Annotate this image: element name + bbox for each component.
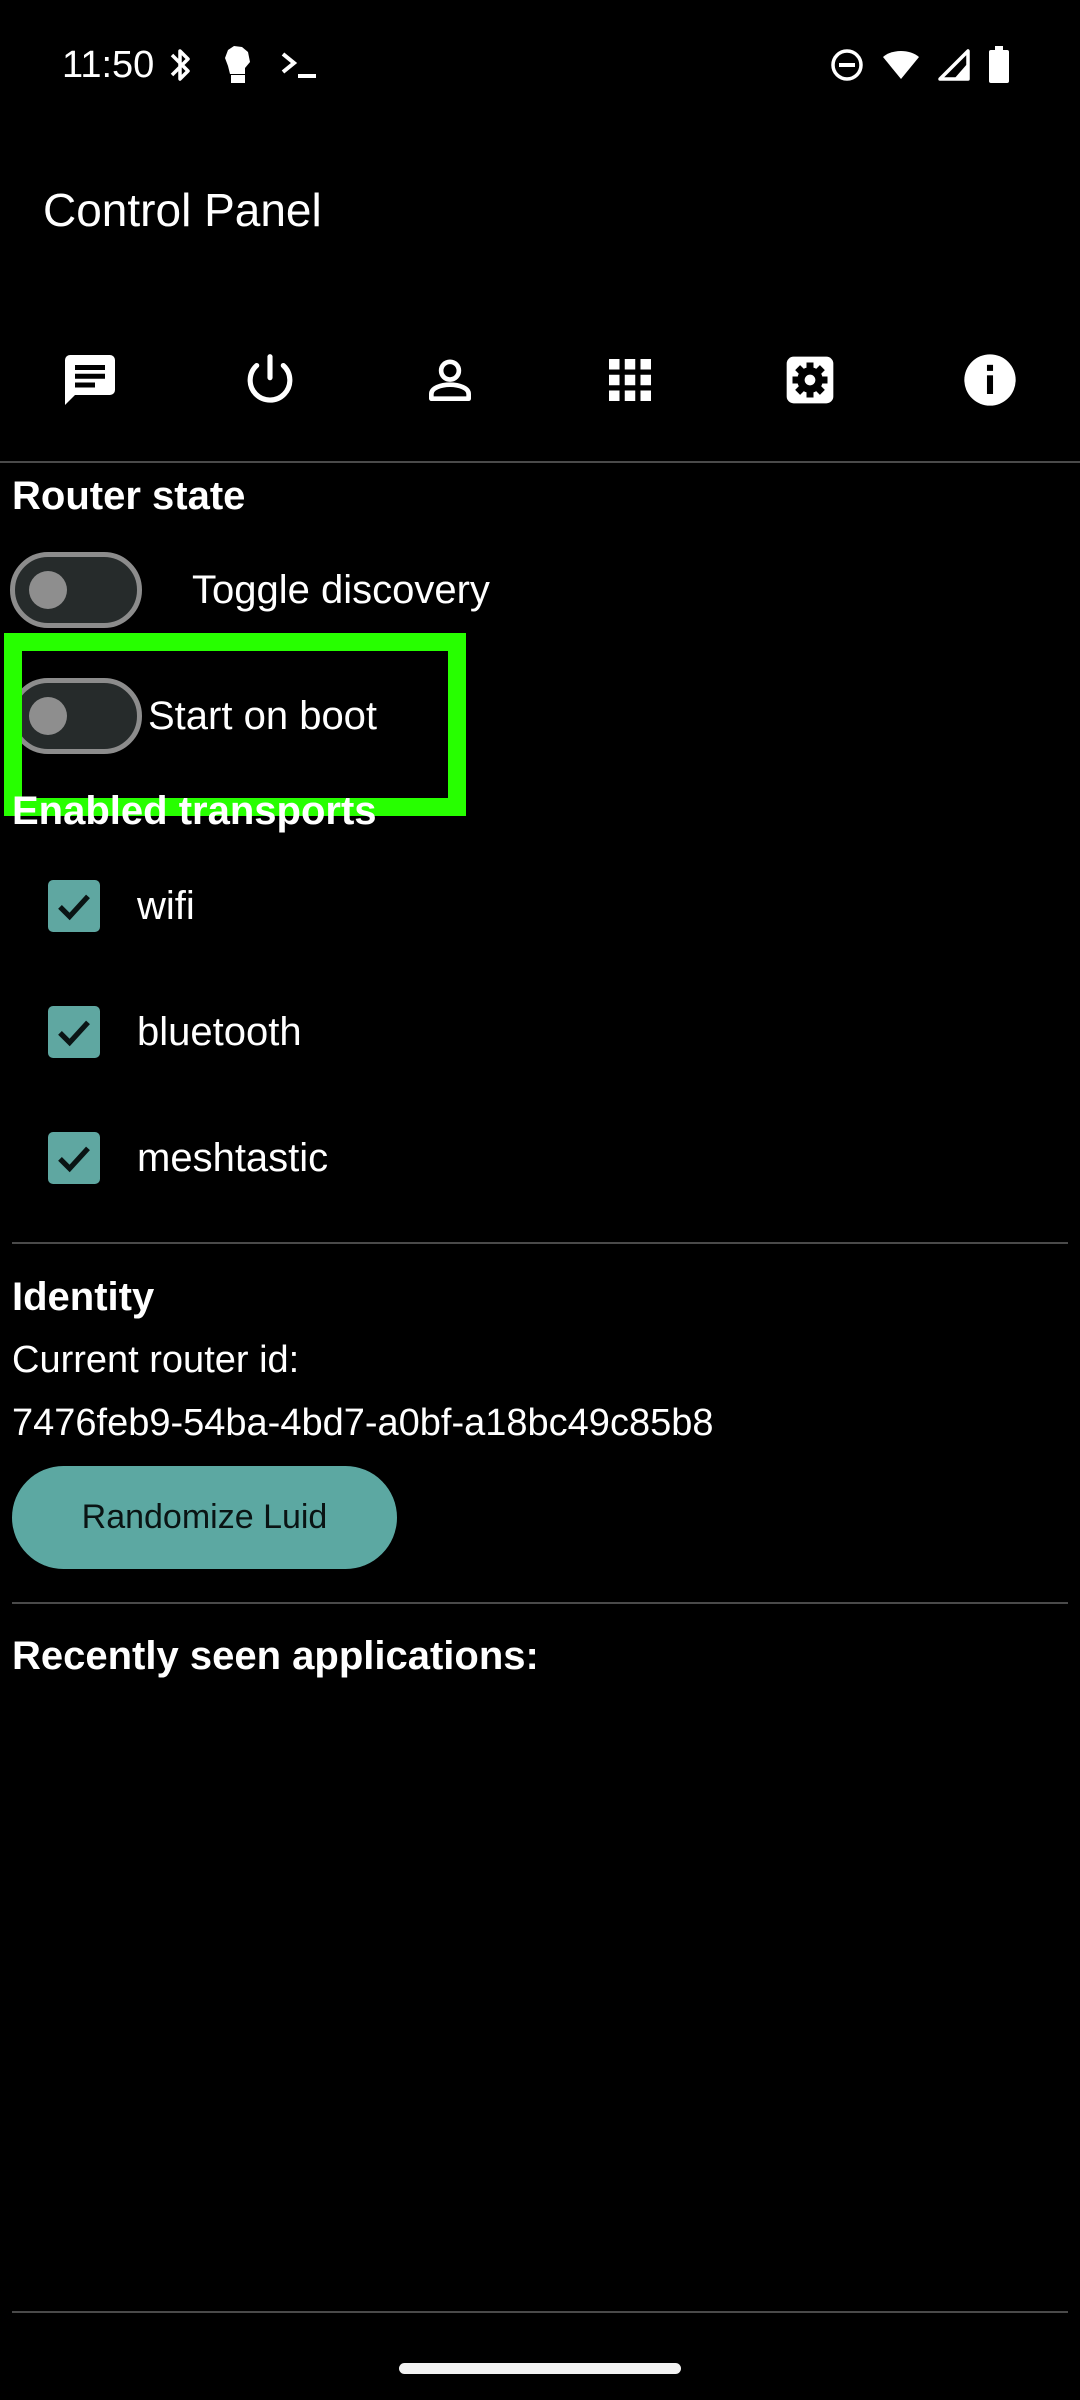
check-icon — [58, 1146, 90, 1173]
power-icon — [242, 352, 298, 408]
randomize-luid-button[interactable]: Randomize Luid — [12, 1466, 397, 1569]
transport-wifi-checkbox[interactable] — [48, 880, 100, 932]
tab-divider — [0, 461, 1080, 463]
tab-bar — [0, 330, 1080, 430]
transport-bluetooth-row[interactable]: bluetooth — [48, 992, 302, 1072]
transport-meshtastic-label: meshtastic — [137, 1136, 329, 1180]
wifi-icon — [882, 49, 920, 81]
status-time: 11:50 — [62, 44, 155, 86]
transport-bluetooth-checkbox[interactable] — [48, 1006, 100, 1058]
transport-wifi-row[interactable]: wifi — [48, 866, 195, 946]
page-title: Control Panel — [43, 184, 322, 236]
person-icon — [422, 352, 478, 408]
section-divider — [12, 1242, 1068, 1244]
status-right-icons — [830, 40, 1010, 90]
router-id-value: 7476feb9-54ba-4bd7-a0bf-a18bc49c85b8 — [12, 1402, 714, 1444]
transport-wifi-label: wifi — [137, 884, 195, 928]
tab-person[interactable] — [390, 330, 510, 430]
apps-grid-icon — [602, 352, 658, 408]
check-icon — [58, 894, 90, 921]
info-icon — [962, 352, 1018, 408]
bottom-divider — [12, 2311, 1068, 2313]
do-not-disturb-icon — [830, 48, 864, 82]
tab-messages[interactable] — [30, 330, 150, 430]
toggle-discovery-label: Toggle discovery — [192, 568, 490, 612]
bluetooth-icon — [168, 45, 194, 85]
gesture-nav-handle[interactable] — [399, 2363, 681, 2374]
section-divider — [12, 1602, 1068, 1604]
tab-info[interactable] — [930, 330, 1050, 430]
enabled-transports-title: Enabled transports — [12, 789, 377, 833]
toggle-discovery-switch[interactable] — [10, 552, 142, 628]
cell-signal-icon — [938, 49, 970, 81]
switch-knob — [29, 571, 67, 609]
tab-power[interactable] — [210, 330, 330, 430]
battery-icon — [988, 46, 1010, 84]
tab-settings[interactable] — [750, 330, 870, 430]
transport-bluetooth-label: bluetooth — [137, 1010, 302, 1054]
terminal-icon — [280, 48, 320, 82]
transport-meshtastic-row[interactable]: meshtastic — [48, 1118, 328, 1198]
router-id-label: Current router id: — [12, 1339, 300, 1381]
status-left-icons — [168, 40, 320, 90]
recent-apps-title: Recently seen applications: — [12, 1634, 539, 1678]
message-icon — [60, 350, 120, 410]
transport-meshtastic-checkbox[interactable] — [48, 1132, 100, 1184]
tab-apps[interactable] — [570, 330, 690, 430]
hand-icon — [220, 44, 254, 86]
toggle-discovery-row[interactable]: Toggle discovery — [10, 545, 490, 635]
router-state-title: Router state — [12, 474, 246, 518]
settings-icon — [782, 352, 838, 408]
status-bar: 11:50 — [0, 0, 1080, 130]
check-icon — [58, 1020, 90, 1047]
identity-title: Identity — [12, 1275, 155, 1319]
